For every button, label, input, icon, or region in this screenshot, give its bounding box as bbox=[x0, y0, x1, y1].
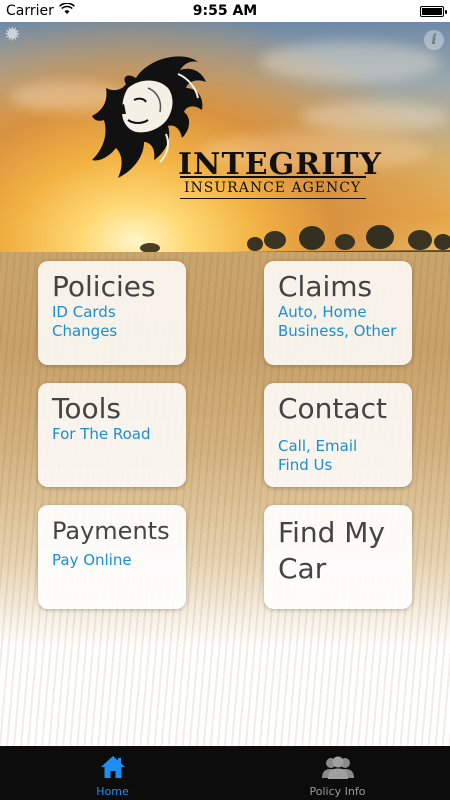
tools-tile[interactable]: Tools For The Road bbox=[38, 383, 186, 487]
tab-home-label: Home bbox=[96, 785, 129, 798]
status-bar: Carrier 9:55 AM bbox=[0, 0, 450, 22]
claims-line-2: Business, Other bbox=[278, 322, 397, 340]
tab-bar: Home Policy Info bbox=[0, 746, 450, 800]
policies-title: Policies bbox=[52, 270, 156, 303]
contact-line-2: Find Us bbox=[278, 456, 333, 474]
claims-title: Claims bbox=[278, 270, 373, 303]
settings-gear-icon[interactable]: ✹ bbox=[4, 22, 28, 46]
home-icon bbox=[100, 755, 126, 783]
payments-line-1: Pay Online bbox=[52, 551, 132, 569]
contact-title: Contact bbox=[278, 392, 387, 425]
policies-tile[interactable]: Policies ID Cards Changes bbox=[38, 261, 186, 365]
policies-line-1: ID Cards bbox=[52, 303, 116, 321]
tab-policy-info-label: Policy Info bbox=[309, 785, 366, 798]
wifi-icon bbox=[58, 2, 75, 19]
carrier-group: Carrier bbox=[6, 2, 75, 19]
logo-divider-bottom bbox=[180, 198, 366, 199]
policies-line-2: Changes bbox=[52, 322, 118, 340]
contact-line-1: Call, Email bbox=[278, 437, 358, 455]
claims-line-1: Auto, Home bbox=[278, 303, 367, 321]
logo-subtitle: INSURANCE AGENCY bbox=[184, 180, 362, 196]
tools-title: Tools bbox=[52, 392, 121, 425]
payments-title: Payments bbox=[52, 517, 170, 545]
tab-policy-info[interactable]: Policy Info bbox=[225, 746, 450, 800]
users-icon bbox=[320, 755, 356, 783]
tools-line-1: For The Road bbox=[52, 425, 151, 443]
info-icon[interactable]: i bbox=[424, 30, 444, 50]
carrier-label: Carrier bbox=[6, 3, 54, 19]
contact-tile[interactable]: Contact Call, Email Find Us bbox=[264, 383, 412, 487]
battery-icon bbox=[420, 5, 447, 17]
find-my-car-tile[interactable]: Find My Car bbox=[264, 505, 412, 609]
find-my-car-title-line-1: Find My bbox=[278, 516, 385, 549]
tab-home[interactable]: Home bbox=[0, 746, 225, 800]
find-my-car-title-line-2: Car bbox=[278, 552, 327, 585]
claims-tile[interactable]: Claims Auto, Home Business, Other bbox=[264, 261, 412, 365]
logo-divider bbox=[180, 176, 366, 178]
payments-tile[interactable]: Payments Pay Online bbox=[38, 505, 186, 609]
